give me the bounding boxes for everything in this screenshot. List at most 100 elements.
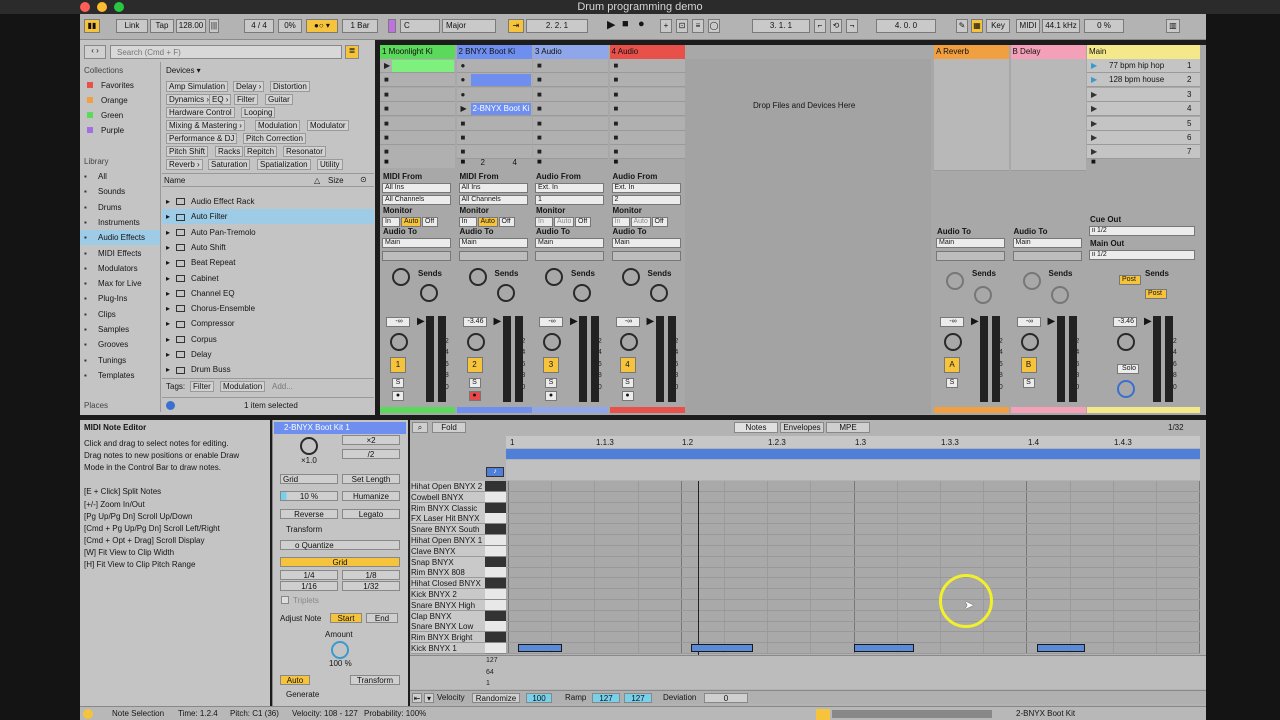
- send-a-knob[interactable]: [392, 268, 410, 286]
- piano-key[interactable]: [485, 610, 506, 622]
- piano-key[interactable]: [485, 621, 506, 633]
- clip-launch-icon[interactable]: ●: [461, 61, 466, 71]
- piano-key[interactable]: [485, 589, 506, 600]
- drum-pad-row[interactable]: Rim BNYX Bright: [411, 632, 485, 644]
- pan-knob[interactable]: [390, 333, 408, 351]
- reverse-button[interactable]: Reverse: [280, 509, 338, 519]
- solo-cue-button[interactable]: Solo: [1117, 364, 1139, 374]
- fader-handle-icon[interactable]: ▶: [647, 317, 655, 327]
- clip-launch-icon[interactable]: ▶: [384, 61, 390, 71]
- disclosure-icon[interactable]: ▸: [166, 332, 176, 347]
- clip-launch-icon[interactable]: ■: [537, 75, 542, 85]
- piano-key[interactable]: [485, 502, 506, 514]
- volume-field[interactable]: -3.46: [462, 317, 487, 327]
- track-activator-button[interactable]: 2: [466, 357, 483, 373]
- track-activator-button[interactable]: 4: [619, 357, 636, 373]
- disclosure-icon[interactable]: ▸: [166, 271, 176, 286]
- humanize-amount[interactable]: 10 %: [280, 491, 338, 501]
- scene-launch-icon[interactable]: ▶: [1091, 119, 1097, 129]
- view-toggle-icon[interactable]: ▮▮: [84, 19, 100, 33]
- velocity-lane[interactable]: [410, 655, 1206, 689]
- solo-button[interactable]: S: [946, 378, 958, 388]
- collection-favorites[interactable]: Favorites: [84, 78, 134, 93]
- tag-filter[interactable]: Filter: [190, 381, 214, 392]
- clip-launch-icon[interactable]: ■: [614, 104, 619, 114]
- stop-track-icon[interactable]: ■: [537, 157, 542, 167]
- clip-slot[interactable]: [533, 87, 608, 102]
- scale-mode-icon[interactable]: [388, 19, 396, 33]
- input-channel-select[interactable]: 2: [611, 195, 681, 205]
- track-header[interactable]: 1 Moonlight Ki: [380, 45, 455, 59]
- clip-slot[interactable]: [609, 145, 685, 160]
- library-instruments[interactable]: ▪ Instruments: [80, 215, 160, 230]
- input-channel-select[interactable]: All Channels: [382, 195, 451, 205]
- follow-icon[interactable]: ⇥: [508, 19, 524, 33]
- device-category-chip[interactable]: Saturation: [208, 159, 251, 170]
- drum-pad-row[interactable]: Cowbell BNYX: [411, 491, 485, 503]
- browser-item[interactable]: ▸ Drum Buss: [162, 362, 374, 377]
- monitor-off-button[interactable]: Off: [575, 217, 591, 227]
- clip-slot[interactable]: [533, 73, 608, 88]
- halve-button[interactable]: /2: [342, 449, 400, 459]
- send-a-knob[interactable]: [1022, 272, 1041, 290]
- randomize-button[interactable]: Randomize: [472, 693, 520, 703]
- disclosure-icon[interactable]: ▸: [166, 347, 176, 362]
- amount-knob[interactable]: [331, 641, 349, 659]
- arrangement-position-field[interactable]: 2. 2. 1: [526, 19, 588, 33]
- clip-slot[interactable]: [533, 145, 608, 160]
- clip-slot[interactable]: [456, 116, 532, 131]
- library-clips[interactable]: ▪ Clips: [80, 307, 160, 322]
- monitor-off-button[interactable]: Off: [651, 217, 668, 227]
- track-header[interactable]: B Delay: [1010, 45, 1086, 59]
- key-select[interactable]: C: [400, 19, 440, 33]
- device-category-chip[interactable]: Pitch Shift: [166, 146, 209, 157]
- clip-slot[interactable]: [609, 87, 685, 102]
- velocity-expand-icon[interactable]: ▾: [424, 693, 434, 703]
- humanize-button[interactable]: Humanize: [342, 491, 400, 501]
- scene-launch-icon[interactable]: ▶: [1091, 147, 1097, 157]
- browser-item[interactable]: ▸ Auto Pan-Tremolo: [162, 225, 374, 240]
- track-activator-button[interactable]: 3: [543, 357, 559, 373]
- info-icon[interactable]: [83, 709, 93, 719]
- monitor-auto-button[interactable]: Auto: [401, 217, 421, 227]
- fold-button[interactable]: Fold: [432, 422, 466, 433]
- clip-launch-icon[interactable]: ■: [384, 119, 389, 129]
- overview-icon[interactable]: ▥: [1166, 19, 1180, 33]
- drum-pad-row[interactable]: Hihat Closed BNYX: [411, 578, 485, 590]
- fader-handle-icon[interactable]: ▶: [494, 317, 502, 327]
- library-all[interactable]: ▪ All: [80, 169, 160, 184]
- clip-markers-strip[interactable]: [506, 460, 1200, 480]
- browser-item[interactable]: ▸ Chorus-Ensemble: [162, 301, 374, 316]
- adjust-start-button[interactable]: Start: [330, 613, 362, 623]
- browser-item[interactable]: ▸ Compressor: [162, 316, 374, 331]
- device-category-chip[interactable]: Pitch Correction: [243, 133, 306, 144]
- clip-slot[interactable]: [456, 87, 532, 102]
- clip-name[interactable]: 2-BNYX Boot Kit 1: [274, 422, 406, 434]
- clip-slot[interactable]: [609, 131, 685, 145]
- clip-slot[interactable]: [609, 59, 685, 73]
- library-samples[interactable]: ▪ Samples: [80, 322, 160, 337]
- library-plug-ins[interactable]: ▪ Plug-Ins: [80, 291, 160, 306]
- piano-key[interactable]: [485, 567, 506, 579]
- scene-launch-icon[interactable]: ▶: [1091, 75, 1097, 85]
- clip-launch-icon[interactable]: ■: [537, 90, 542, 100]
- clip-slot[interactable]: [533, 59, 608, 73]
- send-b-knob[interactable]: [496, 284, 515, 302]
- link-button[interactable]: Link: [116, 19, 148, 33]
- clip-slot[interactable]: [609, 73, 685, 88]
- post-button[interactable]: Post: [1145, 289, 1167, 299]
- monitor-off-button[interactable]: Off: [498, 217, 515, 227]
- fader-handle-icon[interactable]: ▶: [1144, 317, 1152, 327]
- quantize-1-4[interactable]: 1/4: [280, 570, 338, 580]
- browser-item[interactable]: ▸ Auto Shift: [162, 240, 374, 255]
- main-volume-field[interactable]: -3.46: [1113, 317, 1137, 327]
- piano-key[interactable]: [485, 481, 506, 492]
- library-grooves[interactable]: ▪ Grooves: [80, 337, 160, 352]
- clip-launch-icon[interactable]: ■: [614, 119, 619, 129]
- disclosure-icon[interactable]: ▸: [166, 286, 176, 301]
- midi-note[interactable]: [1037, 644, 1085, 652]
- clip-slot[interactable]: [380, 102, 455, 117]
- midi-note[interactable]: [854, 644, 914, 652]
- overdub-icon[interactable]: +: [660, 19, 672, 33]
- disclosure-icon[interactable]: ▸: [166, 255, 176, 270]
